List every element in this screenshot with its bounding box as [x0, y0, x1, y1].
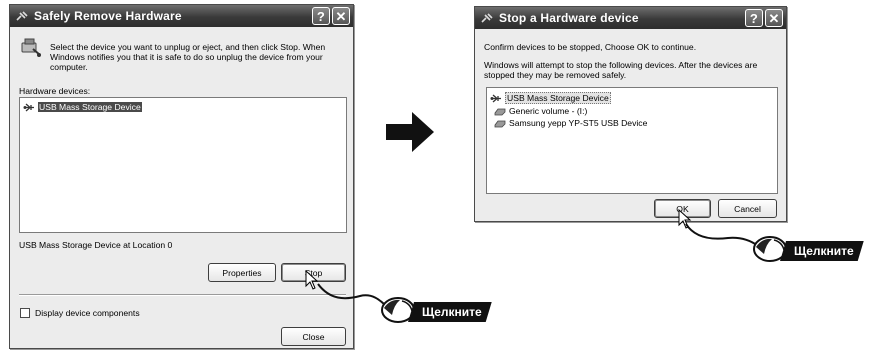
usb-plug-icon [480, 12, 494, 24]
devices-to-stop-list[interactable]: USB Mass Storage Device Generic volume -… [486, 87, 778, 194]
display-components-checkbox[interactable] [20, 308, 30, 318]
close-window-button[interactable]: ✕ [332, 7, 350, 25]
device-location-text: USB Mass Storage Device at Location 0 [19, 240, 173, 250]
dialog-title: Safely Remove Hardware [34, 9, 182, 23]
list-item[interactable]: USB Mass Storage Device [490, 92, 611, 104]
close-window-button[interactable]: ✕ [765, 9, 783, 27]
divider [19, 294, 346, 296]
instructions-text: Select the device you want to unplug or … [50, 42, 326, 73]
right-arrow-icon [384, 110, 436, 159]
display-components-label: Display device components [35, 308, 140, 318]
cancel-button[interactable]: Cancel [718, 199, 777, 218]
mouse-icon [380, 295, 416, 330]
mouse-pointer-icon [678, 208, 692, 234]
click-callout-stop: Щелкните [380, 296, 492, 323]
safely-remove-hardware-dialog: Safely Remove Hardware ? ✕ Select the de… [9, 4, 354, 349]
click-callout-ok: Щелкните [752, 235, 864, 262]
hardware-icon [19, 35, 43, 64]
help-button[interactable]: ? [312, 7, 330, 25]
device-name: Generic volume - (I:) [509, 106, 588, 116]
list-item[interactable]: Samsung yepp YP-ST5 USB Device [494, 117, 647, 129]
disk-drive-icon [494, 108, 506, 115]
list-item[interactable]: Generic volume - (I:) [494, 105, 587, 117]
dialog-title: Stop a Hardware device [499, 11, 639, 25]
info-text: Windows will attempt to stop the followi… [484, 60, 758, 81]
device-name: USB Mass Storage Device [505, 92, 611, 104]
click-label: Щелкните [780, 241, 864, 261]
usb-plug-icon [15, 10, 29, 22]
hardware-devices-list[interactable]: USB Mass Storage Device [19, 97, 347, 233]
confirm-text: Confirm devices to be stopped, Choose OK… [484, 42, 697, 52]
hardware-devices-label: Hardware devices: [19, 86, 91, 96]
usb-device-icon [490, 94, 501, 102]
click-label: Щелкните [408, 302, 492, 322]
device-name: Samsung yepp YP-ST5 USB Device [509, 118, 648, 128]
properties-button[interactable]: Properties [208, 263, 276, 282]
disk-drive-icon [494, 120, 506, 127]
device-name: USB Mass Storage Device [38, 102, 142, 112]
title-bar: Stop a Hardware device ? ✕ [475, 7, 786, 29]
title-bar: Safely Remove Hardware ? ✕ [10, 5, 353, 27]
mouse-icon [752, 234, 788, 269]
stop-hardware-device-dialog: Stop a Hardware device ? ✕ Confirm devic… [474, 6, 787, 222]
help-button[interactable]: ? [745, 9, 763, 27]
close-button[interactable]: Close [281, 327, 346, 346]
list-item[interactable]: USB Mass Storage Device [23, 101, 142, 113]
mouse-pointer-icon [305, 269, 319, 295]
usb-device-icon [23, 103, 34, 111]
